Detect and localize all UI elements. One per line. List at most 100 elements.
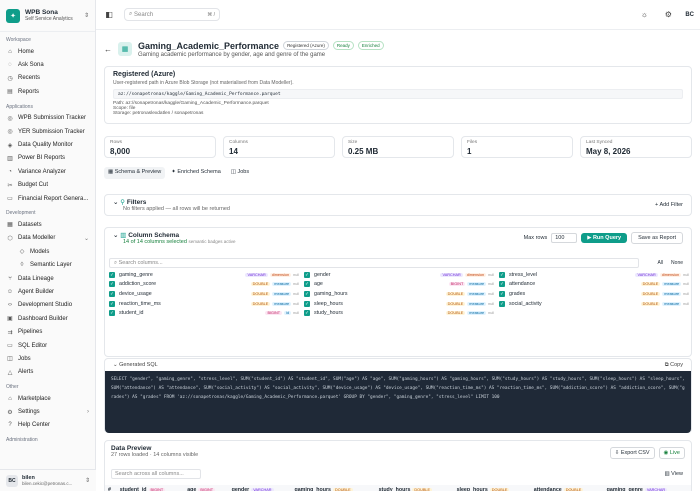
column-item[interactable]: ✓ reaction_time_ms DOUBLE measure null xyxy=(109,299,299,309)
sidebar-item-sql-editor[interactable]: ▭ SQL Editor xyxy=(0,339,95,352)
sidebar-item-marketplace[interactable]: ⌂ Marketplace xyxy=(0,392,95,405)
preview-search-input[interactable]: Search across all columns... xyxy=(111,469,201,479)
column-item[interactable]: ✓ student_id BIGINT id null xyxy=(109,308,299,318)
checkbox-checked-icon[interactable]: ✓ xyxy=(499,281,505,288)
export-csv-button[interactable]: ⇩ Export CSV xyxy=(609,447,655,459)
column-item[interactable]: ✓ gaming_hours DOUBLE measure null xyxy=(304,289,494,299)
column-header[interactable]: attendance DOUBLE xyxy=(530,485,604,491)
sidebar-item-dashboard-builder[interactable]: ▣ Dashboard Builder xyxy=(0,312,95,325)
view-button[interactable]: ▥ View xyxy=(664,471,683,477)
column-item[interactable]: ✓ sleep_hours DOUBLE measure null xyxy=(304,299,494,309)
column-item[interactable]: ✓ attendance DOUBLE measure null xyxy=(499,280,689,290)
gear-icon[interactable]: ⚙ xyxy=(661,8,675,22)
max-rows-input[interactable]: 100 xyxy=(551,233,578,243)
column-header[interactable]: # xyxy=(105,485,117,491)
copy-button[interactable]: ⧉ Copy xyxy=(665,362,683,369)
sidebar-item-budget-cut[interactable]: ✂ Budget Cut xyxy=(0,179,95,192)
chevron-down-icon[interactable]: ⌄ xyxy=(113,199,118,206)
column-header[interactable]: study_hours DOUBLE xyxy=(375,485,454,491)
sidebar-item-data-modeller[interactable]: ⬡ Data Modeller ⌄ xyxy=(0,232,95,245)
sidebar-item-home[interactable]: ⌂ Home xyxy=(0,45,95,58)
tab-enriched-schema[interactable]: ✦ Enriched Schema xyxy=(167,167,225,179)
chevron-down-icon[interactable]: ⌄ xyxy=(84,235,89,242)
brand[interactable]: ✦ WPB Sona Self Service Analytics ⇕ xyxy=(0,0,95,32)
column-item[interactable]: ✓ age BIGINT measure null xyxy=(304,280,494,290)
sidebar-item-financial-report-generator[interactable]: ▭ Financial Report Genera... xyxy=(0,192,95,205)
dashboard-icon: ▣ xyxy=(7,316,13,323)
select-all-button[interactable]: All xyxy=(657,260,663,266)
sidebar-item-settings[interactable]: ⚙ Settings › xyxy=(0,405,95,418)
sidebar-item-pipelines[interactable]: ⇉ Pipelines xyxy=(0,325,95,338)
checkbox-checked-icon[interactable]: ✓ xyxy=(304,271,310,278)
filters-card: ⌄ ⚲ Filters No filters applied — all row… xyxy=(104,194,692,216)
chevron-down-icon[interactable]: ⌄ xyxy=(113,232,118,239)
column-item[interactable]: ✓ addiction_score DOUBLE measure null xyxy=(109,280,299,290)
theme-toggle-icon[interactable]: ☼ xyxy=(637,8,651,22)
checkbox-checked-icon[interactable]: ✓ xyxy=(109,290,115,297)
sql-code[interactable]: SELECT "gender", "gaming_genre", "stress… xyxy=(105,371,691,433)
storage-line: Storage: petronaslexdatlen / sonapetrona… xyxy=(113,111,204,116)
run-query-button[interactable]: ▶ Run Query xyxy=(581,233,628,243)
sidebar-item-semantic-layer[interactable]: ◊ Semantic Layer xyxy=(0,258,95,271)
sidebar-item-help-center[interactable]: ? Help Center xyxy=(0,419,95,432)
column-header[interactable]: gender VARCHAR xyxy=(228,485,292,491)
column-header[interactable]: sleep_hours DOUBLE xyxy=(453,485,531,491)
column-name: device_usage xyxy=(119,290,152,297)
checkbox-checked-icon[interactable]: ✓ xyxy=(109,300,115,307)
sidebar-item-recents[interactable]: ◷ Recents xyxy=(0,72,95,85)
column-item[interactable]: ✓ social_activity DOUBLE measure null xyxy=(499,299,689,309)
select-none-button[interactable]: None xyxy=(671,260,683,266)
sidebar-item-variance-analyzer[interactable]: ◔ Variance Analyzer xyxy=(0,165,95,178)
column-header[interactable]: student_id BIGINT xyxy=(116,485,185,491)
column-header[interactable]: age BIGINT xyxy=(184,485,229,491)
checkbox-checked-icon[interactable]: ✓ xyxy=(499,271,505,278)
sidebar-item-models[interactable]: ◇ Models xyxy=(0,245,95,258)
sidebar-item-alerts[interactable]: △ Alerts xyxy=(0,366,95,379)
add-filter-button[interactable]: + Add Filter xyxy=(655,202,683,208)
column-item[interactable]: ✓ gender VARCHAR dimension null xyxy=(304,270,494,280)
checkbox-checked-icon[interactable]: ✓ xyxy=(304,290,310,297)
type-badge: VARCHAR xyxy=(635,272,658,277)
checkbox-checked-icon[interactable]: ✓ xyxy=(304,300,310,307)
tab-schema-preview[interactable]: ▦ Schema & Preview xyxy=(104,167,166,179)
sidebar-item-ask-sona[interactable]: ◌ Ask Sona xyxy=(0,58,95,71)
sidebar-item-data-lineage[interactable]: ⑂ Data Lineage xyxy=(0,272,95,285)
sidebar-item-development-studio[interactable]: ‹› Development Studio xyxy=(0,299,95,312)
sidebar-item-power-bi-reports[interactable]: ▥ Power BI Reports xyxy=(0,152,95,165)
column-item[interactable]: ✓ stress_level VARCHAR dimension null xyxy=(499,270,689,280)
checkbox-checked-icon[interactable]: ✓ xyxy=(304,310,310,317)
live-toggle[interactable]: ◉ Live xyxy=(658,447,685,459)
chevron-down-icon[interactable]: ⌄ xyxy=(113,362,118,368)
checkbox-checked-icon[interactable]: ✓ xyxy=(304,281,310,288)
search-input[interactable]: ⌕ Search ⌘ / xyxy=(124,8,220,21)
user-menu[interactable]: BC bilen bilen.cekic@petronas.c... ⇕ xyxy=(0,469,96,491)
sidebar-item-datasets[interactable]: ▦ Datasets xyxy=(0,218,95,231)
back-arrow-icon[interactable]: ← xyxy=(104,45,114,54)
sidebar-toggle-icon[interactable]: ◧ xyxy=(102,8,116,22)
checkbox-checked-icon[interactable]: ✓ xyxy=(499,300,505,307)
checkbox-checked-icon[interactable]: ✓ xyxy=(109,281,115,288)
sidebar-item-jobs[interactable]: ◫ Jobs xyxy=(0,352,95,365)
column-item[interactable]: ✓ device_usage DOUBLE measure null xyxy=(109,289,299,299)
sidebar-item-wpb-submission-tracker[interactable]: ◎ WPB Submission Tracker xyxy=(0,112,95,125)
column-item[interactable]: ✓ study_hours DOUBLE measure null xyxy=(304,308,494,318)
column-header[interactable]: gaming_genre VARCHAR xyxy=(603,485,691,491)
checkbox-checked-icon[interactable]: ✓ xyxy=(109,271,115,278)
tab-jobs[interactable]: ◫ Jobs xyxy=(227,167,253,179)
column-item[interactable]: ✓ gaming_genre VARCHAR dimension null xyxy=(109,270,299,280)
sidebar-item-agent-builder[interactable]: ☺ Agent Builder xyxy=(0,285,95,298)
sidebar-item-reports[interactable]: ▤ Reports xyxy=(0,85,95,98)
avatar[interactable]: BC xyxy=(685,12,694,18)
sidebar-item-data-quality-monitor[interactable]: ◈ Data Quality Monitor xyxy=(0,138,95,151)
path-box[interactable]: az://sonapetronas/kaggle/Gaming_Academic… xyxy=(113,89,683,99)
column-search-input[interactable]: ⌕ Search columns... xyxy=(109,258,639,268)
chevron-updown-icon[interactable]: ⇕ xyxy=(85,477,90,484)
column-header[interactable]: gaming_hours DOUBLE xyxy=(291,485,376,491)
column-item[interactable]: ✓ grades DOUBLE measure null xyxy=(499,289,689,299)
chevron-right-icon[interactable]: › xyxy=(87,409,89,415)
checkbox-checked-icon[interactable]: ✓ xyxy=(499,290,505,297)
chevron-updown-icon[interactable]: ⇕ xyxy=(84,12,89,19)
checkbox-checked-icon[interactable]: ✓ xyxy=(109,310,115,317)
save-as-report-button[interactable]: Save as Report xyxy=(631,232,683,244)
sidebar-item-yer-submission-tracker[interactable]: ◎ YER Submission Tracker xyxy=(0,125,95,138)
